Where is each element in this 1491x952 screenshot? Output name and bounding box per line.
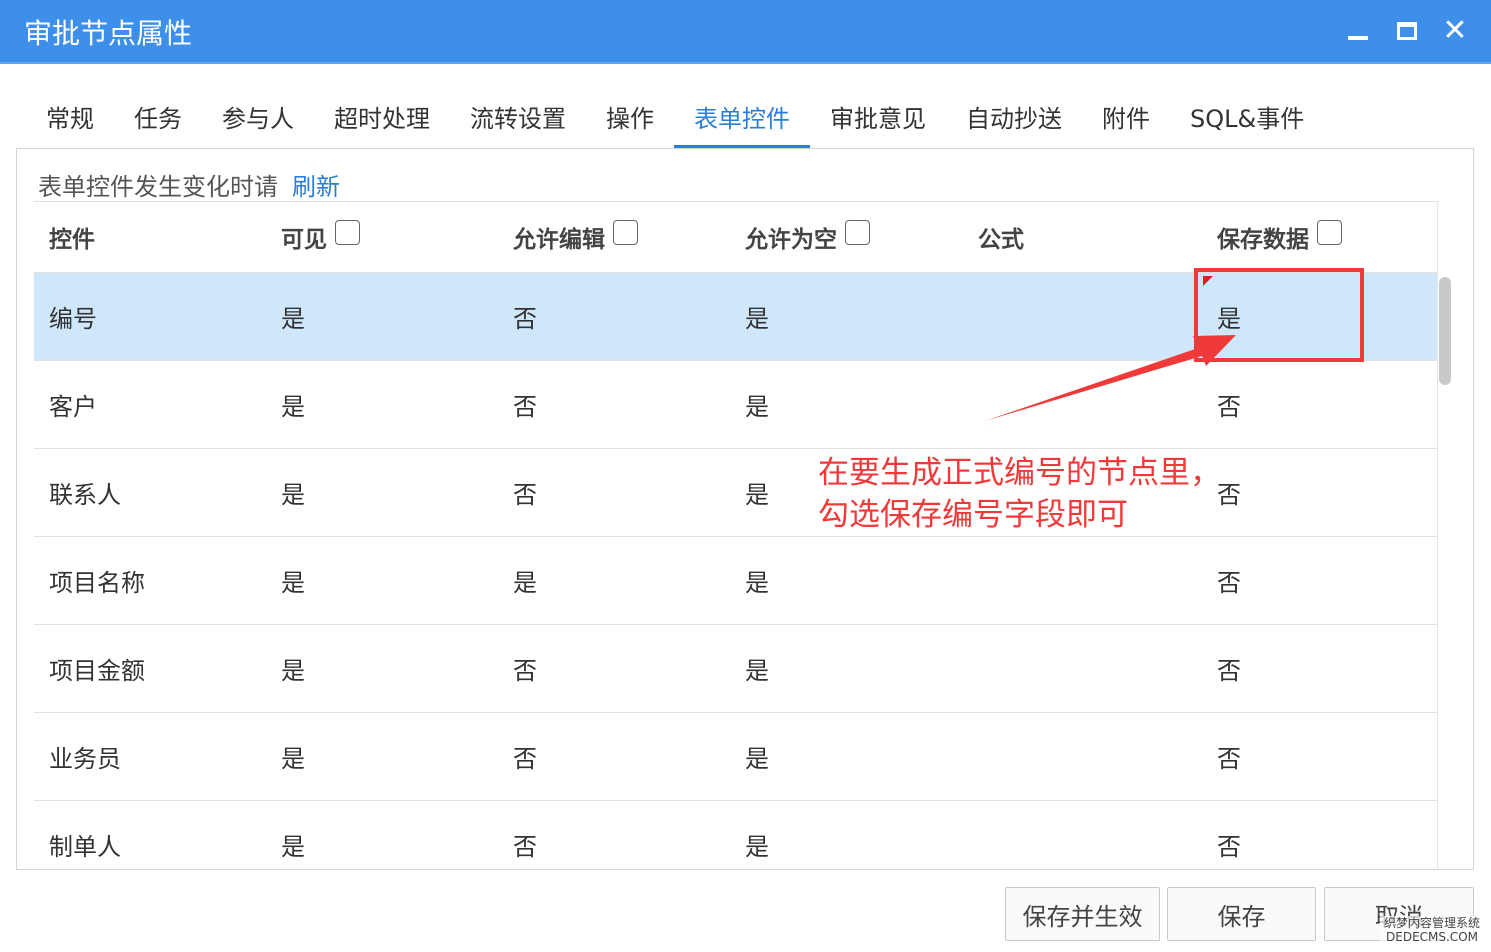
- cell-editable[interactable]: 否: [513, 449, 537, 536]
- save-button[interactable]: 保存: [1167, 887, 1316, 941]
- cell-visible[interactable]: 是: [281, 449, 305, 536]
- tab-attachments[interactable]: 附件: [1082, 92, 1170, 148]
- minimize-icon[interactable]: [1343, 16, 1373, 46]
- visible-all-checkbox[interactable]: [335, 219, 360, 245]
- cell-editable[interactable]: 否: [513, 273, 537, 360]
- header-nullable: 允许为空: [745, 202, 870, 272]
- cell-visible[interactable]: 是: [281, 625, 305, 712]
- title-bar: 审批节点属性 ✕: [0, 0, 1491, 64]
- table-row[interactable]: 项目金额 是 否 是 否: [34, 625, 1438, 713]
- cell-nullable[interactable]: 是: [745, 713, 769, 800]
- header-editable: 允许编辑: [513, 202, 638, 272]
- cell-control: 客户: [49, 393, 97, 421]
- cell-editable[interactable]: 否: [513, 801, 537, 869]
- cell-nullable[interactable]: 是: [745, 449, 769, 536]
- header-control: 控件: [49, 227, 95, 253]
- tab-operations[interactable]: 操作: [586, 92, 674, 148]
- cell-save-data[interactable]: 否: [1217, 361, 1241, 448]
- cell-editable[interactable]: 否: [513, 361, 537, 448]
- cell-visible[interactable]: 是: [281, 273, 305, 360]
- cell-visible[interactable]: 是: [281, 801, 305, 869]
- cell-save-data[interactable]: 否: [1217, 537, 1241, 624]
- editable-all-checkbox[interactable]: [613, 219, 638, 245]
- cell-nullable[interactable]: 是: [745, 801, 769, 869]
- cell-save-data[interactable]: 否: [1217, 625, 1241, 712]
- cell-editable[interactable]: 否: [513, 713, 537, 800]
- cell-nullable[interactable]: 是: [745, 625, 769, 712]
- header-visible: 可见: [281, 202, 360, 272]
- maximize-icon[interactable]: [1392, 16, 1422, 46]
- table-row[interactable]: 制单人 是 否 是 否: [34, 801, 1438, 869]
- cell-control: 制单人: [49, 833, 121, 861]
- header-save-data: 保存数据: [1217, 202, 1342, 272]
- tab-approval-opinion[interactable]: 审批意见: [810, 92, 946, 148]
- cell-editable[interactable]: 否: [513, 625, 537, 712]
- table-row[interactable]: 联系人 是 否 是 否: [34, 449, 1438, 537]
- watermark: 织梦内容管理系统 DEDECMS.COM: [1380, 916, 1484, 944]
- refresh-note: 表单控件发生变化时请 刷新: [38, 167, 340, 202]
- cell-visible[interactable]: 是: [281, 361, 305, 448]
- window-title: 审批节点属性: [24, 17, 193, 50]
- tab-form-controls[interactable]: 表单控件: [674, 92, 810, 148]
- cell-edit-marker: [1203, 276, 1213, 286]
- refresh-note-text: 表单控件发生变化时请: [38, 173, 278, 201]
- cell-control: 联系人: [49, 481, 121, 509]
- annotation-line-1: 在要生成正式编号的节点里，: [818, 455, 1221, 491]
- tab-participants[interactable]: 参与人: [202, 92, 314, 148]
- table-row[interactable]: 业务员 是 否 是 否: [34, 713, 1438, 801]
- tab-auto-cc[interactable]: 自动抄送: [946, 92, 1082, 148]
- cell-nullable[interactable]: 是: [745, 537, 769, 624]
- watermark-line-1: 织梦内容管理系统: [1383, 916, 1480, 930]
- cell-control: 项目名称: [49, 569, 145, 597]
- cell-nullable[interactable]: 是: [745, 273, 769, 360]
- cell-save-data[interactable]: 否: [1217, 801, 1241, 869]
- cell-visible[interactable]: 是: [281, 537, 305, 624]
- cell-editable[interactable]: 是: [513, 537, 537, 624]
- tab-timeout[interactable]: 超时处理: [314, 92, 450, 148]
- table-header: 控件 可见 允许编辑 允许为空 公式 保存数据: [34, 201, 1438, 273]
- table-row[interactable]: 客户 是 否 是 否: [34, 361, 1438, 449]
- tab-sql-events[interactable]: SQL&事件: [1170, 92, 1324, 148]
- nullable-all-checkbox[interactable]: [845, 219, 870, 245]
- scrollbar-thumb[interactable]: [1439, 277, 1451, 385]
- annotation-line-2: 勾选保存编号字段即可: [818, 497, 1128, 533]
- cell-nullable[interactable]: 是: [745, 361, 769, 448]
- cell-visible[interactable]: 是: [281, 713, 305, 800]
- cell-save-data[interactable]: 否: [1217, 713, 1241, 800]
- tab-flow-settings[interactable]: 流转设置: [450, 92, 586, 148]
- cell-control: 编号: [49, 305, 97, 333]
- cell-control: 项目金额: [49, 657, 145, 685]
- save-data-all-checkbox[interactable]: [1317, 219, 1342, 245]
- highlight-box: [1194, 268, 1364, 362]
- form-controls-panel: 表单控件发生变化时请 刷新 控件 可见 允许编辑 允许为空 公式 保存数据 编号 …: [16, 148, 1474, 870]
- annotation-text: 在要生成正式编号的节点里， 勾选保存编号字段即可: [818, 452, 1221, 536]
- save-and-apply-button[interactable]: 保存并生效: [1005, 887, 1160, 941]
- tab-bar: 常规 任务 参与人 超时处理 流转设置 操作 表单控件 审批意见 自动抄送 附件…: [26, 92, 1324, 148]
- close-icon[interactable]: ✕: [1440, 16, 1470, 46]
- refresh-link[interactable]: 刷新: [292, 173, 340, 201]
- header-formula: 公式: [978, 227, 1024, 253]
- tab-general[interactable]: 常规: [26, 92, 114, 148]
- cell-control: 业务员: [49, 745, 121, 773]
- table-row[interactable]: 项目名称 是 是 是 否: [34, 537, 1438, 625]
- tab-task[interactable]: 任务: [114, 92, 202, 148]
- watermark-line-2: DEDECMS.COM: [1386, 930, 1478, 944]
